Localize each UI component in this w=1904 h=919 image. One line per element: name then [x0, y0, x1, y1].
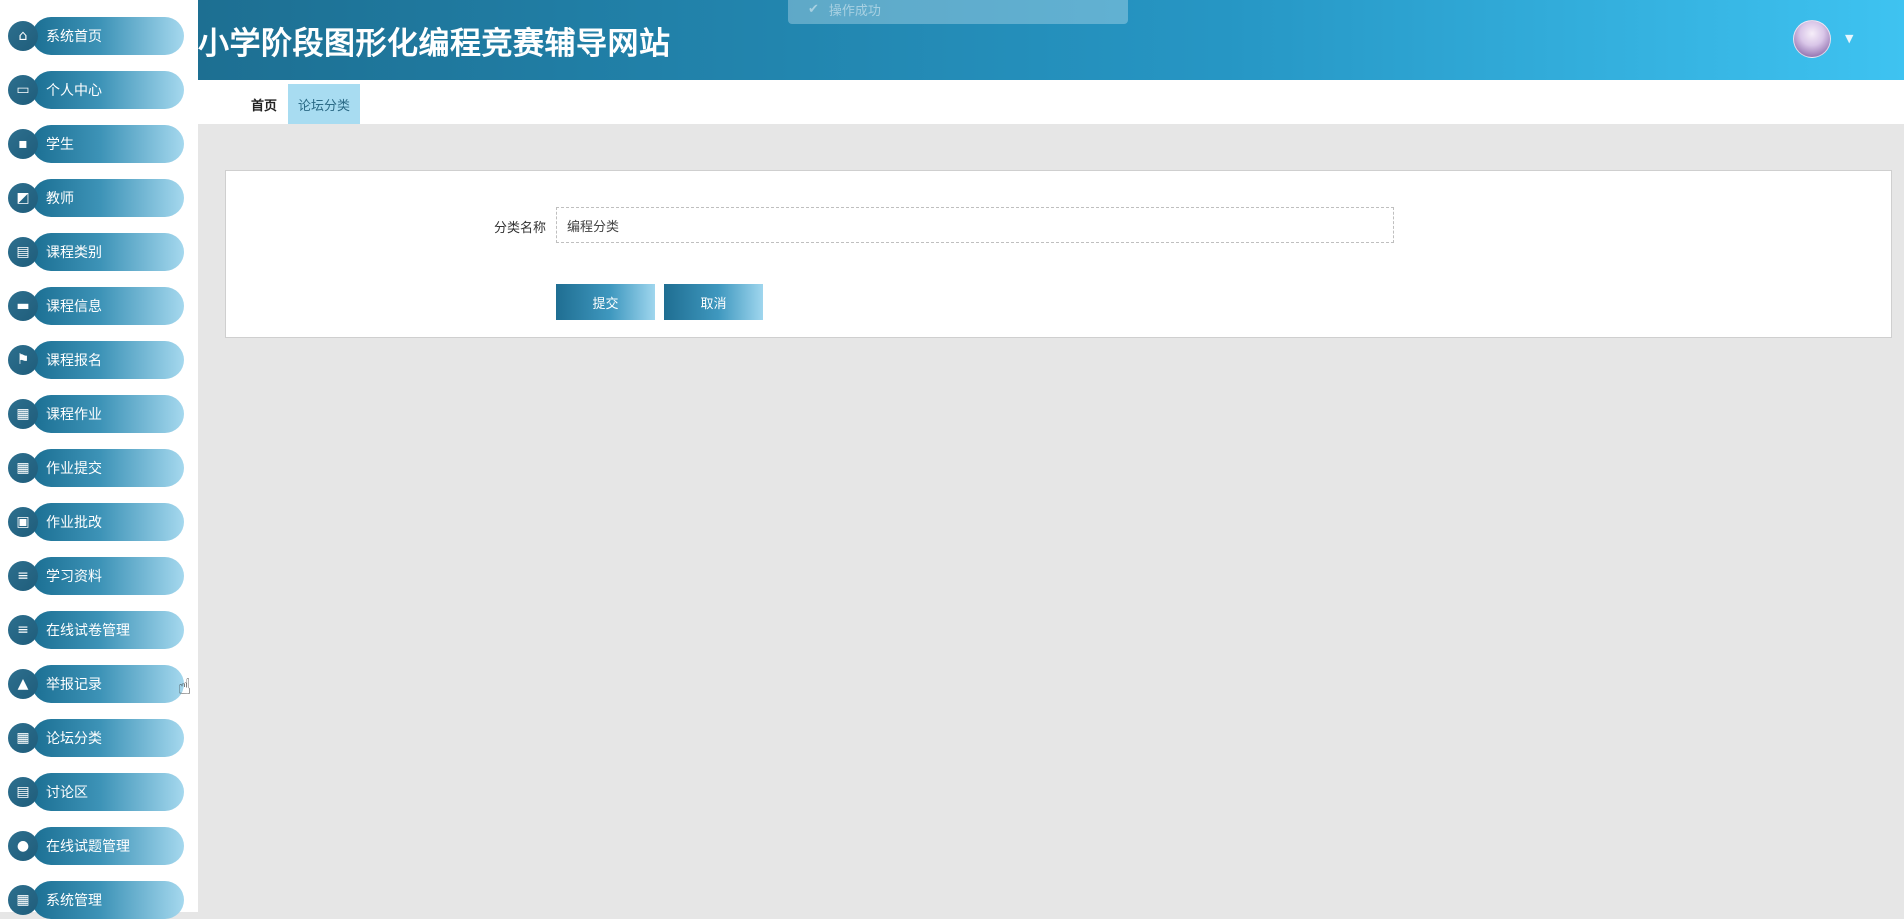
clipboard-icon: ▤ — [8, 237, 38, 267]
sidebar-item-label: 学生 — [32, 125, 184, 163]
category-name-label: 分类名称 — [493, 221, 546, 236]
sidebar-item-homework-grading[interactable]: ▣ 作业批改 — [8, 503, 184, 541]
sidebar-item-forum-category[interactable]: ▦ 论坛分类 — [8, 719, 184, 757]
sidebar-item-home[interactable]: ⌂ 系统首页 — [8, 17, 184, 55]
sidebar-item-label: 作业提交 — [32, 449, 184, 487]
home-icon: ⌂ — [8, 21, 38, 51]
category-name-input[interactable] — [556, 207, 1394, 243]
sidebar-item-course-homework[interactable]: ▦ 课程作业 — [8, 395, 184, 433]
tab-bar: 首页 论坛分类 — [198, 80, 1904, 124]
list-icon: ≡ — [8, 615, 38, 645]
grid-icon: ▦ — [8, 723, 38, 753]
sidebar-item-label: 举报记录 — [32, 665, 184, 703]
toast-message: ✔ 操作成功 — [788, 0, 1128, 24]
hand-cursor-icon: ☝ — [178, 675, 192, 700]
sidebar-item-label: 学习资料 — [32, 557, 184, 595]
sidebar-item-label: 讨论区 — [32, 773, 184, 811]
monitor-icon: ▬ — [8, 291, 38, 321]
chat-icon: ▪ — [8, 129, 38, 159]
sidebar-item-system[interactable]: ▦ 系统管理 — [8, 881, 184, 919]
sidebar-item-label: 教师 — [32, 179, 184, 217]
sidebar-item-label: 作业批改 — [32, 503, 184, 541]
sidebar-item-label: 系统管理 — [32, 881, 184, 919]
form-card: 分类名称 提交 取消 — [225, 170, 1892, 338]
sidebar-item-label: 在线试题管理 — [32, 827, 184, 865]
chevron-down-icon[interactable]: ▼ — [1845, 32, 1853, 45]
sidebar-item-label: 课程类别 — [32, 233, 184, 271]
sidebar-item-reports[interactable]: ▲ 举报记录 — [8, 665, 184, 703]
grid-icon: ▦ — [8, 399, 38, 429]
sidebar-item-label: 课程作业 — [32, 395, 184, 433]
flag-icon: ⚑ — [8, 345, 38, 375]
thumb-icon: ▲ — [8, 669, 38, 699]
sidebar-item-online-questions[interactable]: ● 在线试题管理 — [8, 827, 184, 865]
sidebar-item-students[interactable]: ▪ 学生 — [8, 125, 184, 163]
tab-forum-category[interactable]: 论坛分类 — [288, 84, 360, 124]
site-title: 小学阶段图形化编程竞赛辅导网站 — [198, 26, 671, 62]
sidebar-item-course-signup[interactable]: ⚑ 课程报名 — [8, 341, 184, 379]
sidebar: ⌂ 系统首页 ▭ 个人中心 ▪ 学生 ◩ 教师 ▤ 课程类别 ▬ 课程信息 ⚑ … — [0, 0, 198, 919]
sidebar-item-label: 课程信息 — [32, 287, 184, 325]
cancel-button[interactable]: 取消 — [664, 284, 763, 320]
bulb-icon: ● — [8, 831, 38, 861]
sidebar-item-online-exam[interactable]: ≡ 在线试卷管理 — [8, 611, 184, 649]
submit-button[interactable]: 提交 — [556, 284, 655, 320]
grid-icon: ▦ — [8, 885, 38, 915]
briefcase-icon: ▣ — [8, 507, 38, 537]
sidebar-item-label: 课程报名 — [32, 341, 184, 379]
clipboard-icon: ▤ — [8, 777, 38, 807]
sidebar-item-course-category[interactable]: ▤ 课程类别 — [8, 233, 184, 271]
sidebar-item-homework-submit[interactable]: ▦ 作业提交 — [8, 449, 184, 487]
sidebar-item-label: 在线试卷管理 — [32, 611, 184, 649]
sidebar-item-label: 个人中心 — [32, 71, 184, 109]
window-icon: ▭ — [8, 75, 38, 105]
sidebar-item-teachers[interactable]: ◩ 教师 — [8, 179, 184, 217]
sidebar-item-course-info[interactable]: ▬ 课程信息 — [8, 287, 184, 325]
grid-icon: ▦ — [8, 453, 38, 483]
sidebar-item-study-materials[interactable]: ≡ 学习资料 — [8, 557, 184, 595]
sidebar-item-label: 论坛分类 — [32, 719, 184, 757]
tab-home[interactable]: 首页 — [234, 84, 294, 124]
avatar[interactable] — [1793, 20, 1831, 58]
toast-text: 操作成功 — [828, 3, 881, 19]
check-circle-icon: ✔ — [808, 1, 819, 17]
sidebar-item-label: 系统首页 — [32, 17, 184, 55]
list-icon: ≡ — [8, 561, 38, 591]
chart-icon: ◩ — [8, 183, 38, 213]
sidebar-item-profile[interactable]: ▭ 个人中心 — [8, 71, 184, 109]
top-header: 小学阶段图形化编程竞赛辅导网站 ✔ 操作成功 ▼ — [198, 0, 1904, 80]
sidebar-item-discussion[interactable]: ▤ 讨论区 — [8, 773, 184, 811]
